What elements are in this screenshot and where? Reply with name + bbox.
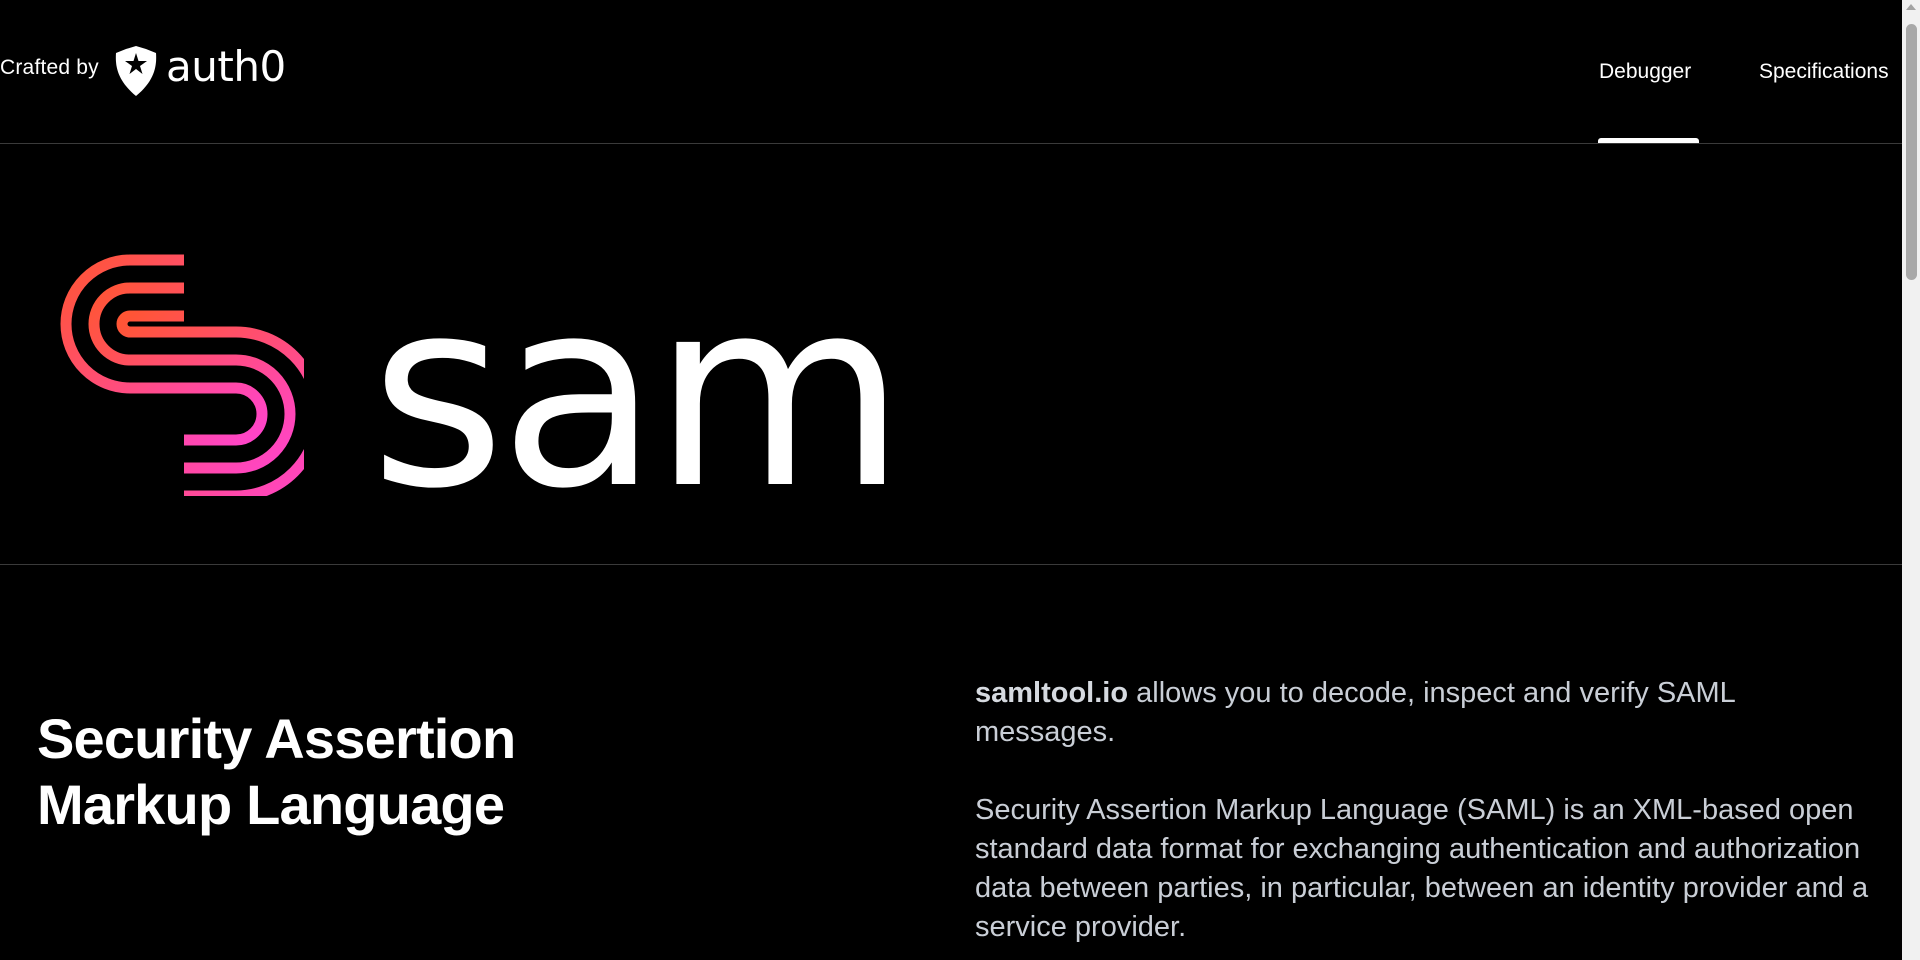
auth0-shield-icon[interactable]	[114, 45, 158, 97]
intro-paragraph: samltool.io allows you to decode, inspec…	[975, 674, 1875, 752]
auth0-logo-text[interactable]: auth0	[166, 42, 286, 91]
scroll-up-arrow-icon[interactable]	[1906, 4, 1916, 10]
crafted-by-label: Crafted by	[0, 56, 99, 79]
scroll-thumb[interactable]	[1906, 24, 1917, 280]
vertical-scrollbar[interactable]	[1902, 0, 1920, 960]
page: Crafted by auth0 Debugger Specifications	[0, 0, 1920, 960]
saml-wordmark: saml	[370, 244, 900, 504]
active-tab-indicator	[1598, 138, 1699, 143]
saml-wordmark-text: saml	[370, 244, 900, 504]
samltool-brand: samltool.io	[975, 677, 1129, 709]
intro-text: samltool.io allows you to decode, inspec…	[975, 674, 1875, 960]
page-title: Security Assertion Markup Language	[37, 706, 516, 836]
hero-banner: saml	[0, 144, 1902, 565]
nav-debugger[interactable]: Debugger	[1599, 60, 1691, 84]
saml-description: Security Assertion Markup Language (SAML…	[975, 794, 1869, 943]
site-header: Crafted by auth0 Debugger Specifications	[0, 0, 1902, 144]
nav-specifications[interactable]: Specifications	[1759, 60, 1889, 84]
saml-s-icon	[60, 254, 304, 496]
